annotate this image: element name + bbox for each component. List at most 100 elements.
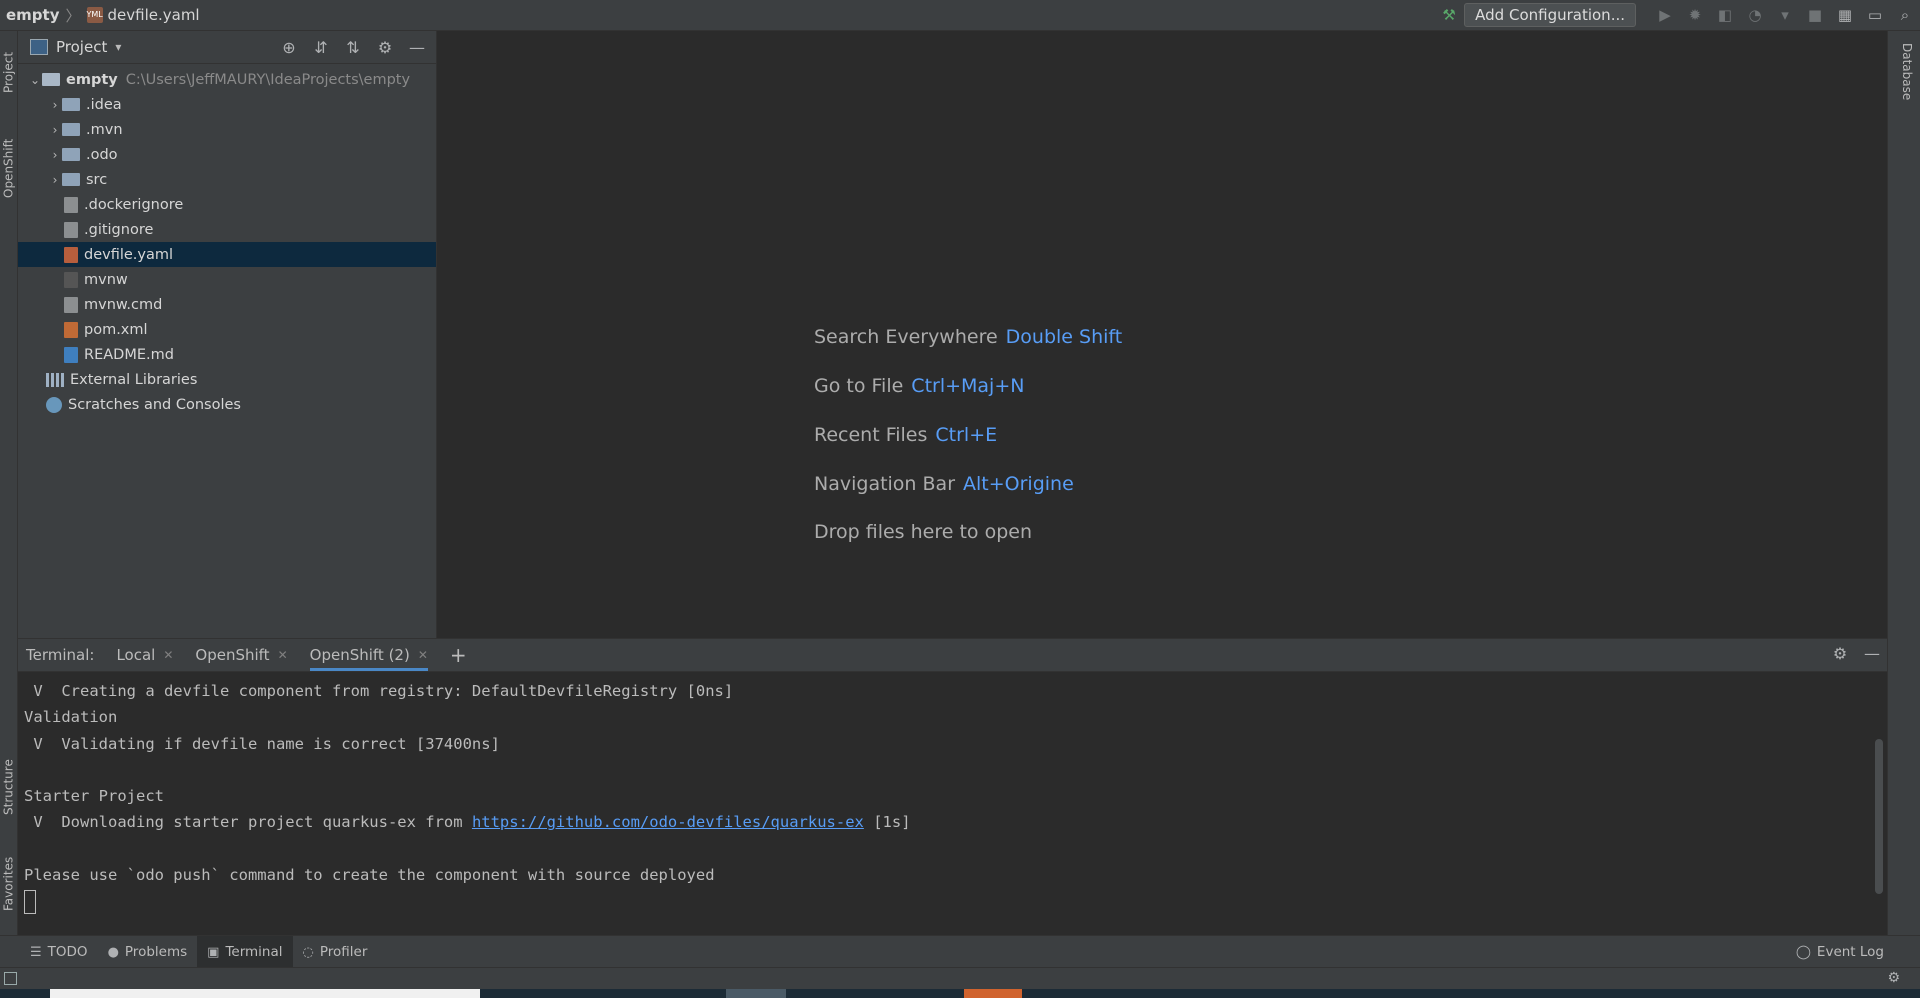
hide-icon[interactable]: — <box>1861 643 1883 665</box>
chevron-right-icon[interactable]: › <box>48 98 62 112</box>
tab-openshift[interactable]: OpenShift ✕ <box>195 639 287 671</box>
search-icon[interactable]: ⌕ <box>1894 4 1916 26</box>
project-toolbar: Project ▾ ⊕ ⇵ ⇅ ⚙ — <box>18 31 436 64</box>
locate-icon[interactable]: ⊕ <box>278 37 300 59</box>
tree-item[interactable]: mvnw.cmd <box>18 292 436 317</box>
run-icon[interactable]: ▶ <box>1654 4 1676 26</box>
chevron-down-icon[interactable]: ▾ <box>115 40 121 54</box>
tree-item-label: .idea <box>86 96 122 113</box>
breadcrumb-file[interactable]: devfile.yaml <box>108 6 200 24</box>
tree-item-label: mvnw.cmd <box>84 296 163 313</box>
layout-icon[interactable]: ▭ <box>1864 4 1886 26</box>
editor-empty-area[interactable]: Search Everywhere Double Shift Go to File… <box>437 31 1887 638</box>
terminal-output[interactable]: V Creating a devfile component from regi… <box>18 672 1887 915</box>
tree-item[interactable]: › src <box>18 167 436 192</box>
hint-navigation-bar: Navigation Bar Alt+Origine <box>814 473 1074 495</box>
tree-item[interactable]: › .idea <box>18 92 436 117</box>
hint-label: Recent Files <box>814 424 928 446</box>
toggle-tool-windows-icon[interactable] <box>4 972 17 985</box>
project-panel: Project ▾ ⊕ ⇵ ⇅ ⚙ — ⌄ empty C:\Users\JeffM… <box>18 31 437 638</box>
gear-icon[interactable]: ⚙ <box>1829 643 1851 665</box>
stripe-tab-project[interactable]: Project <box>0 37 17 107</box>
tree-item[interactable]: mvnw <box>18 267 436 292</box>
taskbar-search-box[interactable] <box>50 989 480 998</box>
stripe-tab-database[interactable]: Database <box>1900 43 1914 100</box>
md-file-icon <box>64 346 78 363</box>
stripe-tab-favorites[interactable]: Favorites <box>0 841 17 926</box>
download-duration: [1s] <box>863 813 911 832</box>
folder-icon <box>62 173 80 186</box>
library-icon <box>46 372 64 387</box>
hint-label: Drop files here to open <box>814 521 1033 543</box>
build-hammer-icon[interactable]: ⚒ <box>1438 4 1460 26</box>
tab-label: OpenShift (2) <box>309 646 410 664</box>
event-log-button[interactable]: ◯ Event Log <box>1796 936 1884 968</box>
gear-icon[interactable]: ⚙ <box>374 37 396 59</box>
terminal-line: Please use `odo push` command to create … <box>24 866 715 885</box>
tree-item[interactable]: › .mvn <box>18 117 436 142</box>
new-tab-icon[interactable]: + <box>450 643 467 667</box>
event-log-icon: ◯ <box>1795 944 1811 960</box>
chevron-down-icon[interactable]: ⌄ <box>28 73 42 87</box>
tree-item-label: .gitignore <box>84 221 154 238</box>
tree-item-label: .odo <box>86 146 118 163</box>
hide-icon[interactable]: — <box>406 37 428 59</box>
project-structure-icon[interactable]: ▦ <box>1834 4 1856 26</box>
terminal-cursor[interactable] <box>24 889 36 914</box>
hint-label: Go to File <box>814 375 904 397</box>
tree-item[interactable]: devfile.yaml <box>18 242 436 267</box>
stop-icon[interactable]: ■ <box>1804 4 1826 26</box>
terminal-line: V Validating if devfile name is correct … <box>24 734 500 753</box>
tree-item-label: Scratches and Consoles <box>68 396 241 413</box>
add-configuration-button[interactable]: Add Configuration... <box>1464 3 1636 27</box>
tree-item[interactable]: ⌄ empty C:\Users\JeffMAURY\IdeaProjects\em… <box>18 67 436 92</box>
tool-window-profiler[interactable]: ◌ Profiler <box>293 936 378 968</box>
expand-all-icon[interactable]: ⇵ <box>310 37 332 59</box>
tree-item[interactable]: External Libraries <box>18 367 436 392</box>
tree-item[interactable]: › .odo <box>18 142 436 167</box>
taskbar-app-button[interactable] <box>964 989 1022 998</box>
close-icon[interactable]: ✕ <box>163 648 173 662</box>
tree-item[interactable]: Scratches and Consoles <box>18 392 436 417</box>
terminal-panel: Terminal: Local ✕ OpenShift ✕ OpenShift (2… <box>18 638 1887 936</box>
memory-indicator-icon[interactable]: ⚙ <box>1887 970 1900 986</box>
tree-item[interactable]: README.md <box>18 342 436 367</box>
stripe-tab-structure[interactable]: Structure <box>0 747 17 827</box>
hint-label: Search Everywhere <box>814 326 998 348</box>
debug-icon[interactable]: ✹ <box>1684 4 1706 26</box>
stripe-tab-openshift[interactable]: OpenShift <box>0 121 17 216</box>
tool-window-todo[interactable]: ☰ TODO <box>20 936 98 968</box>
tree-item[interactable]: .dockerignore <box>18 192 436 217</box>
tree-item[interactable]: pom.xml <box>18 317 436 342</box>
more-dropdown-icon[interactable]: ▾ <box>1774 4 1796 26</box>
chevron-right-icon[interactable]: › <box>48 123 62 137</box>
tree-item-label: README.md <box>84 346 174 363</box>
tool-window-label: Problems <box>124 944 188 960</box>
tool-window-label: Profiler <box>319 944 368 960</box>
profile-icon[interactable]: ◔ <box>1744 4 1766 26</box>
chevron-right-icon[interactable]: › <box>48 148 62 162</box>
tool-window-problems[interactable]: ● Problems <box>98 936 198 968</box>
tree-item[interactable]: .gitignore <box>18 217 436 242</box>
terminal-scrollbar[interactable] <box>1875 739 1883 894</box>
tab-local[interactable]: Local ✕ <box>116 639 173 671</box>
taskbar-app-button[interactable] <box>726 989 786 998</box>
terminal-label: Terminal: <box>26 646 95 664</box>
breadcrumb-project[interactable]: empty <box>6 6 60 24</box>
hint-drop-files: Drop files here to open <box>814 521 1032 543</box>
starter-project-link[interactable]: https://github.com/odo-devfiles/quarkus-… <box>472 813 864 831</box>
terminal-icon: ▣ <box>207 944 220 960</box>
tree-item-label: devfile.yaml <box>84 246 174 263</box>
tool-window-terminal[interactable]: ▣ Terminal <box>197 936 293 968</box>
tree-item-label: .dockerignore <box>84 196 184 213</box>
hint-shortcut: Ctrl+Maj+N <box>911 375 1025 397</box>
tab-openshift-2[interactable]: OpenShift (2) ✕ <box>309 639 428 671</box>
close-icon[interactable]: ✕ <box>278 648 288 662</box>
project-view-selector[interactable]: Project <box>56 38 107 56</box>
close-icon[interactable]: ✕ <box>418 648 428 662</box>
collapse-all-icon[interactable]: ⇅ <box>342 37 364 59</box>
yml-file-icon <box>64 246 78 263</box>
coverage-icon[interactable]: ◧ <box>1714 4 1736 26</box>
chevron-right-icon[interactable]: › <box>48 173 62 187</box>
